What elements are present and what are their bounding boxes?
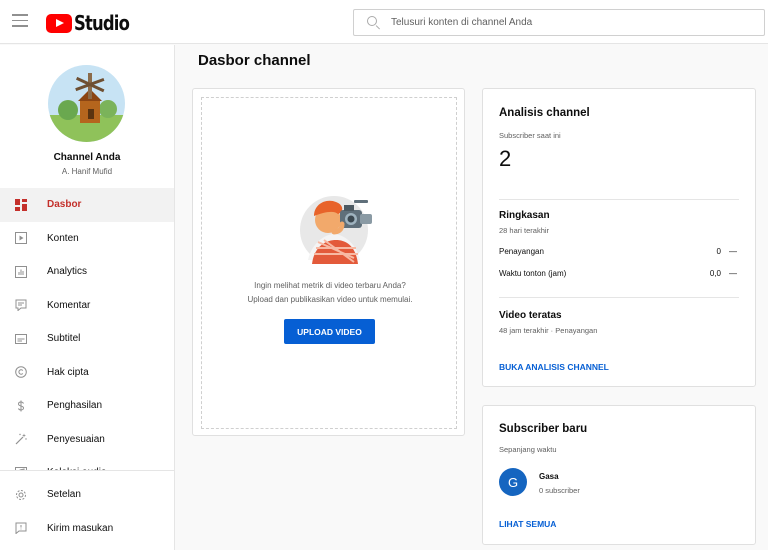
subscribers-card-title: Subscriber baru: [499, 423, 588, 435]
current-subscribers-label: Subscriber saat ini: [499, 131, 561, 140]
upload-video-button[interactable]: UPLOAD VIDEO: [284, 319, 375, 344]
sidebar-item-label: Penyesuaian: [47, 433, 105, 445]
new-subscribers-card: Subscriber baru Sepanjang waktu G Gasa 0…: [482, 405, 756, 545]
search-input[interactable]: [391, 17, 751, 28]
watch-time-change: —: [729, 269, 737, 278]
studio-logo[interactable]: Studio: [46, 11, 141, 35]
watch-time-metric: 0,0 —: [710, 269, 737, 278]
subscribers-period: Sepanjang waktu: [499, 445, 557, 454]
sidebar-nav: Dasbor Konten Analytics Komentar Subtite…: [0, 188, 174, 490]
sidebar-item-label: Subtitel: [47, 333, 81, 345]
sidebar-item-hak-cipta[interactable]: Hak cipta: [0, 356, 174, 390]
sidebar-item-dasbor[interactable]: Dasbor: [0, 188, 174, 222]
sidebar-item-komentar[interactable]: Komentar: [0, 289, 174, 323]
youtube-play-icon: [46, 13, 72, 33]
divider: [499, 199, 739, 200]
current-subscribers-count: 2: [499, 146, 512, 171]
logo-text: Studio: [74, 11, 130, 35]
upload-prompt-line1: Ingin melihat metrik di video terbaru An…: [254, 281, 406, 290]
sidebar: Channel Anda A. Hanif Mufid Dasbor Konte…: [0, 45, 175, 550]
comments-icon: [15, 299, 27, 312]
sidebar-item-penghasilan[interactable]: Penghasilan: [0, 389, 174, 423]
sidebar-item-label: Konten: [47, 232, 79, 244]
sidebar-item-setelan[interactable]: Setelan: [0, 478, 174, 512]
watch-time-value: 0,0: [709, 269, 721, 278]
camera-person-illustration: [294, 188, 384, 273]
page-title: Dasbor channel: [198, 52, 311, 69]
open-channel-analytics-link[interactable]: BUKA ANALISIS CHANNEL: [499, 362, 609, 372]
sidebar-item-label: Komentar: [47, 299, 91, 311]
views-metric: 0 —: [717, 247, 737, 256]
sidebar-item-label: Hak cipta: [47, 366, 89, 378]
monetization-icon: [15, 400, 27, 412]
watch-time-label: Waktu tonton (jam): [499, 269, 567, 278]
channel-analytics-card: Analisis channel Subscriber saat ini 2 R…: [482, 88, 756, 387]
content-icon: [15, 232, 27, 245]
top-bar: Studio: [0, 0, 768, 44]
upload-prompt-line2: Upload dan publikasikan video untuk memu…: [247, 295, 413, 304]
sidebar-item-label: Kirim masukan: [47, 522, 114, 534]
subscriber-count: 0 subscriber: [539, 486, 580, 495]
channel-owner: A. Hanif Mufid: [61, 167, 113, 176]
sidebar-item-subtitel[interactable]: Subtitel: [0, 322, 174, 356]
sidebar-item-label: Setelan: [47, 489, 81, 501]
subscriber-name[interactable]: Gasa: [539, 472, 559, 481]
subtitles-icon: [15, 333, 27, 345]
summary-title: Ringkasan: [499, 210, 550, 221]
summary-period: 28 hari terakhir: [499, 226, 550, 235]
analytics-card-title: Analisis channel: [499, 107, 590, 119]
channel-avatar[interactable]: [48, 65, 125, 142]
sidebar-bottom-nav: Setelan Kirim masukan: [0, 470, 174, 545]
sidebar-item-konten[interactable]: Konten: [0, 222, 174, 256]
top-videos-period: 48 jam terakhir · Penayangan: [499, 326, 598, 335]
sidebar-item-label: Analytics: [47, 266, 88, 278]
feedback-icon: [15, 522, 27, 535]
views-label: Penayangan: [499, 247, 544, 256]
sidebar-item-label: Dasbor: [47, 199, 82, 211]
dashboard-icon: [15, 198, 27, 211]
analytics-icon: [15, 265, 27, 278]
sidebar-item-label: Penghasilan: [47, 400, 103, 412]
channel-name: Channel Anda: [53, 152, 121, 163]
views-value: 0: [716, 247, 721, 256]
subscriber-avatar[interactable]: G: [499, 468, 527, 496]
menu-icon[interactable]: [12, 14, 28, 28]
upload-dropzone: Ingin melihat metrik di video terbaru An…: [201, 97, 457, 429]
search-icon[interactable]: [367, 15, 381, 30]
upload-card: Ingin melihat metrik di video terbaru An…: [192, 88, 465, 436]
customization-icon: [15, 433, 27, 445]
views-change: —: [729, 247, 737, 256]
sidebar-item-analytics[interactable]: Analytics: [0, 255, 174, 289]
sidebar-item-penyesuaian[interactable]: Penyesuaian: [0, 423, 174, 457]
sidebar-item-kirim-masukan[interactable]: Kirim masukan: [0, 512, 174, 546]
see-all-subscribers-link[interactable]: LIHAT SEMUA: [499, 519, 556, 529]
divider: [499, 297, 739, 298]
settings-icon: [15, 489, 27, 501]
top-videos-title: Video teratas: [499, 310, 562, 321]
search-bar[interactable]: [353, 9, 765, 36]
copyright-icon: [15, 366, 27, 379]
